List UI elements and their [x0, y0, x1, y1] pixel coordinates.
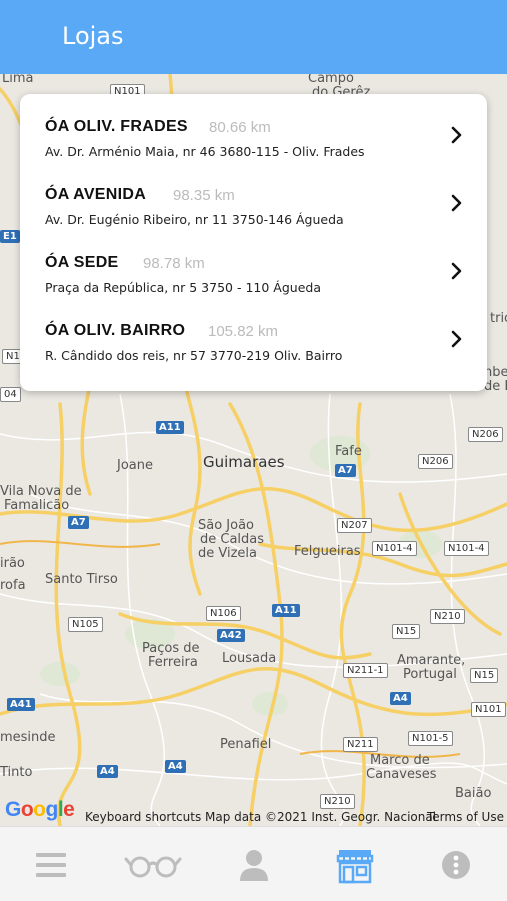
road-shield: A42 — [217, 629, 245, 642]
map-label: Guimaraes — [203, 453, 285, 471]
road-shield: N210 — [320, 794, 355, 809]
road-shield: N15 — [392, 624, 421, 639]
bottom-tab-bar — [0, 826, 507, 901]
more-icon[interactable] — [436, 845, 476, 885]
map-label: Santo Tirso — [45, 572, 118, 587]
map-data-attribution: Map data ©2021 Inst. Geogr. Nacional — [205, 810, 437, 824]
menu-icon[interactable] — [31, 845, 71, 885]
map-label: Lima — [2, 74, 34, 86]
road-shield: A11 — [156, 421, 184, 434]
road-shield: N206 — [468, 427, 503, 442]
road-shield: A4 — [390, 692, 411, 705]
map-label: Paços de — [142, 641, 200, 656]
map-label: São João — [198, 518, 255, 533]
road-shield: N207 — [337, 518, 372, 533]
map-label: irão — [0, 556, 25, 571]
map-label: Penafiel — [220, 737, 272, 752]
store-address: Praça da República, nr 5 3750 - 110 Águe… — [45, 280, 321, 295]
store-address: R. Cândido dos reis, nr 57 3770-219 Oliv… — [45, 348, 343, 363]
map-label: Baião — [455, 786, 492, 801]
store-name: ÓA SEDE — [45, 254, 119, 271]
road-shield: A7 — [335, 464, 356, 477]
chevron-right-icon — [451, 194, 462, 212]
store-name: ÓA OLIV. FRADES — [45, 118, 188, 135]
road-shield: N101-4 — [372, 541, 417, 556]
map-label: rofa — [0, 578, 26, 593]
road-shield: N206 — [418, 454, 453, 469]
road-shield: N101-4 — [444, 541, 489, 556]
road-shield: A4 — [165, 760, 186, 773]
road-shield: N211 — [343, 737, 378, 752]
road-shield: N101 — [471, 702, 506, 717]
store-distance: 98.35 km — [173, 187, 235, 204]
store-item[interactable]: ÓA SEDE 98.78 km Praça da República, nr … — [20, 230, 487, 298]
chevron-right-icon — [451, 262, 462, 280]
store-list: ÓA OLIV. FRADES 80.66 km Av. Dr. Arménio… — [20, 94, 487, 391]
map-label: nbec — [484, 365, 507, 380]
road-shield: A7 — [68, 516, 89, 529]
map-label: mesinde — [0, 730, 56, 745]
map-label: Canaveses — [366, 767, 437, 782]
map-label: Tinto — [0, 765, 33, 780]
app-header: Lojas — [0, 0, 507, 74]
map-label: tric — [490, 311, 507, 326]
store-address: Av. Dr. Eugénio Ribeiro, nr 11 3750-146 … — [45, 212, 344, 227]
keyboard-shortcuts-link[interactable]: Keyboard shortcuts — [85, 810, 201, 824]
user-icon[interactable] — [234, 845, 274, 885]
road-shield: N211-1 — [343, 663, 388, 678]
store-name: ÓA AVENIDA — [45, 186, 147, 203]
road-shield: 04 — [0, 387, 21, 402]
road-shield: N15 — [470, 668, 499, 683]
map-label: Vila Nova de — [0, 484, 82, 499]
store-icon[interactable] — [335, 845, 375, 885]
store-item[interactable]: ÓA OLIV. BAIRRO 105.82 km R. Cândido dos… — [20, 298, 487, 366]
chevron-right-icon — [451, 126, 462, 144]
road-shield: E1 — [0, 230, 20, 243]
map-label: Marco de — [370, 753, 430, 768]
road-shield: N210 — [430, 609, 465, 624]
store-item[interactable]: ÓA OLIV. FRADES 80.66 km Av. Dr. Arménio… — [20, 94, 487, 162]
store-distance: 98.78 km — [143, 255, 205, 272]
map-label: Famalicão — [4, 498, 70, 513]
page-title: Lojas — [62, 22, 124, 50]
road-shield: A4 — [97, 765, 118, 778]
map-label: Ferreira — [148, 655, 198, 670]
road-shield: N105 — [68, 617, 103, 632]
road-shield: A11 — [272, 604, 300, 617]
chevron-right-icon — [451, 330, 462, 348]
map-label: Portugal — [403, 667, 457, 682]
map-label: Joane — [117, 458, 153, 473]
store-distance: 80.66 km — [209, 119, 271, 136]
map-label: de Caldas — [200, 532, 265, 547]
terms-of-use-link[interactable]: Terms of Use — [427, 810, 504, 824]
store-distance: 105.82 km — [208, 323, 279, 340]
map-label: Felgueiras — [294, 544, 361, 559]
road-shield: A41 — [7, 698, 35, 711]
map-label: de B — [484, 379, 507, 394]
map-label: de Vizela — [198, 546, 258, 561]
glasses-icon[interactable] — [124, 845, 182, 885]
road-shield: N106 — [206, 606, 241, 621]
map-label: Amarante, — [397, 653, 466, 668]
road-shield: N101-5 — [408, 731, 453, 746]
map-label: Lousada — [222, 651, 277, 666]
store-address: Av. Dr. Arménio Maia, nr 46 3680-115 - O… — [45, 144, 365, 159]
google-logo[interactable]: Google — [5, 798, 75, 822]
map-label: Fafe — [335, 444, 362, 459]
store-item[interactable]: ÓA AVENIDA 98.35 km Av. Dr. Eugénio Ribe… — [20, 162, 487, 230]
store-name: ÓA OLIV. BAIRRO — [45, 322, 186, 339]
